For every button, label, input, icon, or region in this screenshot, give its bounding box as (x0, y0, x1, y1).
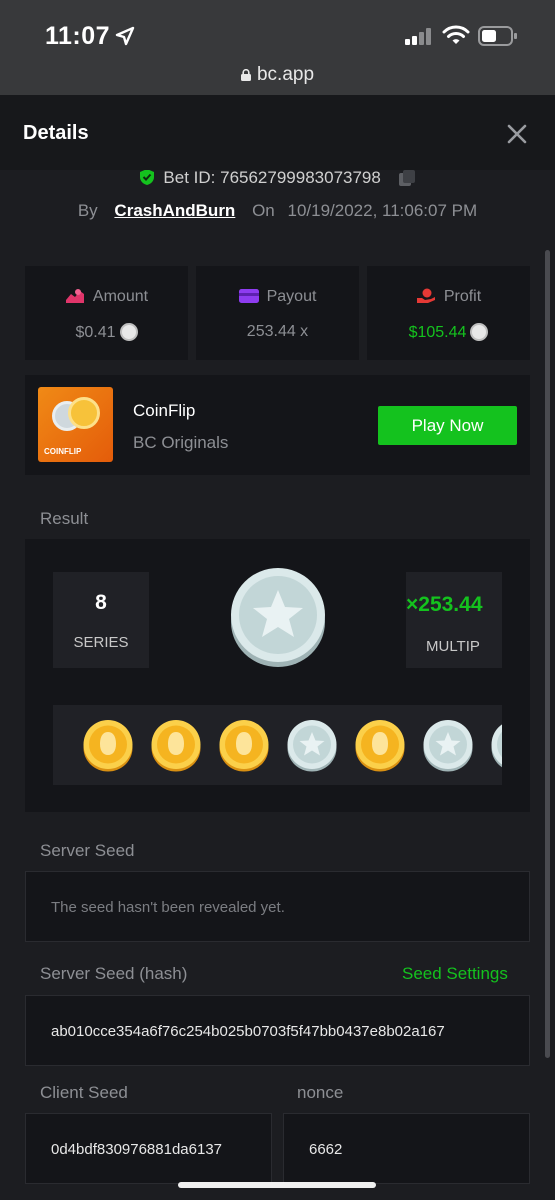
details-header: Details (0, 95, 555, 170)
battery-icon (478, 26, 517, 46)
scrollbar[interactable] (545, 250, 550, 1058)
game-name: CoinFlip (133, 401, 196, 420)
server-seed-hash-field[interactable]: ab010cce354a6f76c254b025b0703f5f47bb0437… (25, 995, 530, 1066)
litecoin-icon (470, 323, 489, 341)
profit-icon (416, 288, 435, 303)
result-coin-silver-icon (231, 568, 325, 667)
bet-date: 10/19/2022, 11:06:07 PM (287, 201, 478, 220)
home-indicator[interactable] (178, 1182, 376, 1188)
profit-label: Profit (443, 288, 482, 305)
series-value: 8 (95, 591, 107, 614)
gold-coin-icon (219, 720, 269, 772)
username-link[interactable]: CrashAndBurn (114, 201, 235, 220)
payout-icon (238, 289, 259, 303)
nonce-field[interactable]: 6662 (283, 1113, 530, 1184)
server-seed-label: Server Seed (40, 841, 135, 860)
server-seed-hash-value: ab010cce354a6f76c254b025b0703f5f47bb0437… (51, 1023, 445, 1040)
seed-settings-link[interactable]: Seed Settings (402, 964, 508, 984)
client-seed-value: 0d4bdf830976881da6137 (51, 1141, 223, 1158)
litecoin-icon (119, 323, 138, 341)
amount-label: Amount (92, 288, 149, 305)
lock-icon (240, 69, 251, 81)
silver-coin-icon (287, 720, 337, 772)
payout-label: Payout (266, 288, 317, 305)
nonce-value: 6662 (309, 1141, 343, 1158)
silver-coin-icon (423, 720, 473, 772)
verified-shield-icon (140, 169, 155, 185)
multiplier-label: MULTIP (426, 638, 480, 655)
copy-icon[interactable] (398, 170, 416, 186)
gold-coin-icon (83, 720, 133, 772)
series-box: 8 SERIES (53, 572, 149, 668)
silver-coin-icon (491, 724, 502, 768)
client-seed-label: Client Seed (40, 1083, 128, 1102)
payout-value: 253.44 x (246, 323, 309, 340)
play-now-button[interactable]: Play Now (378, 406, 517, 445)
amount-card: Amount $0.41 (25, 266, 188, 360)
profit-value: $105.44 (408, 324, 467, 341)
bet-id-row: Bet ID: 76562799983073798 (0, 168, 555, 188)
multiplier-box: ×253.44 MULTIP (406, 572, 502, 668)
client-seed-field[interactable]: 0d4bdf830976881da6137 (25, 1113, 272, 1184)
thumbnail-text: COINFLIP (44, 447, 82, 456)
multiplier-value: ×253.44 (406, 593, 483, 616)
flip-history (53, 705, 502, 785)
nonce-label: nonce (297, 1083, 344, 1102)
gold-coin-icon (355, 720, 405, 772)
server-seed-hash-label: Server Seed (hash) (40, 964, 188, 983)
wifi-icon (442, 25, 470, 44)
gold-coin-icon (151, 720, 201, 772)
on-label: On (252, 201, 275, 220)
series-label: SERIES (73, 634, 129, 651)
game-thumbnail[interactable]: COINFLIP (38, 387, 113, 462)
result-label: Result (40, 509, 89, 528)
location-arrow-icon (115, 26, 135, 46)
bet-id: Bet ID: 76562799983073798 (163, 168, 381, 187)
url-text: bc.app (256, 64, 315, 85)
status-bar: 11:07 bc.app (0, 0, 555, 95)
game-provider: BC Originals (133, 433, 229, 452)
bet-meta-row: By CrashAndBurn On 10/19/2022, 11:06:07 … (0, 201, 555, 221)
payout-card: Payout 253.44 x (196, 266, 359, 360)
server-seed-field[interactable]: The seed hasn't been revealed yet. (25, 871, 530, 942)
game-card: COINFLIP CoinFlip BC Originals Play Now (25, 375, 530, 475)
close-icon[interactable] (505, 122, 529, 146)
result-panel: 8 SERIES ×253.44 MULTIP (25, 539, 530, 812)
server-seed-value: The seed hasn't been revealed yet. (51, 899, 285, 916)
clock: 11:07 (45, 22, 111, 50)
profit-card: Profit $105.44 (367, 266, 530, 360)
url-bar[interactable]: bc.app (0, 64, 555, 86)
cell-signal-icon (405, 27, 433, 45)
by-label: By (77, 201, 98, 220)
amount-value: $0.41 (75, 324, 116, 341)
page-title: Details (23, 122, 89, 144)
amount-icon (65, 289, 84, 303)
